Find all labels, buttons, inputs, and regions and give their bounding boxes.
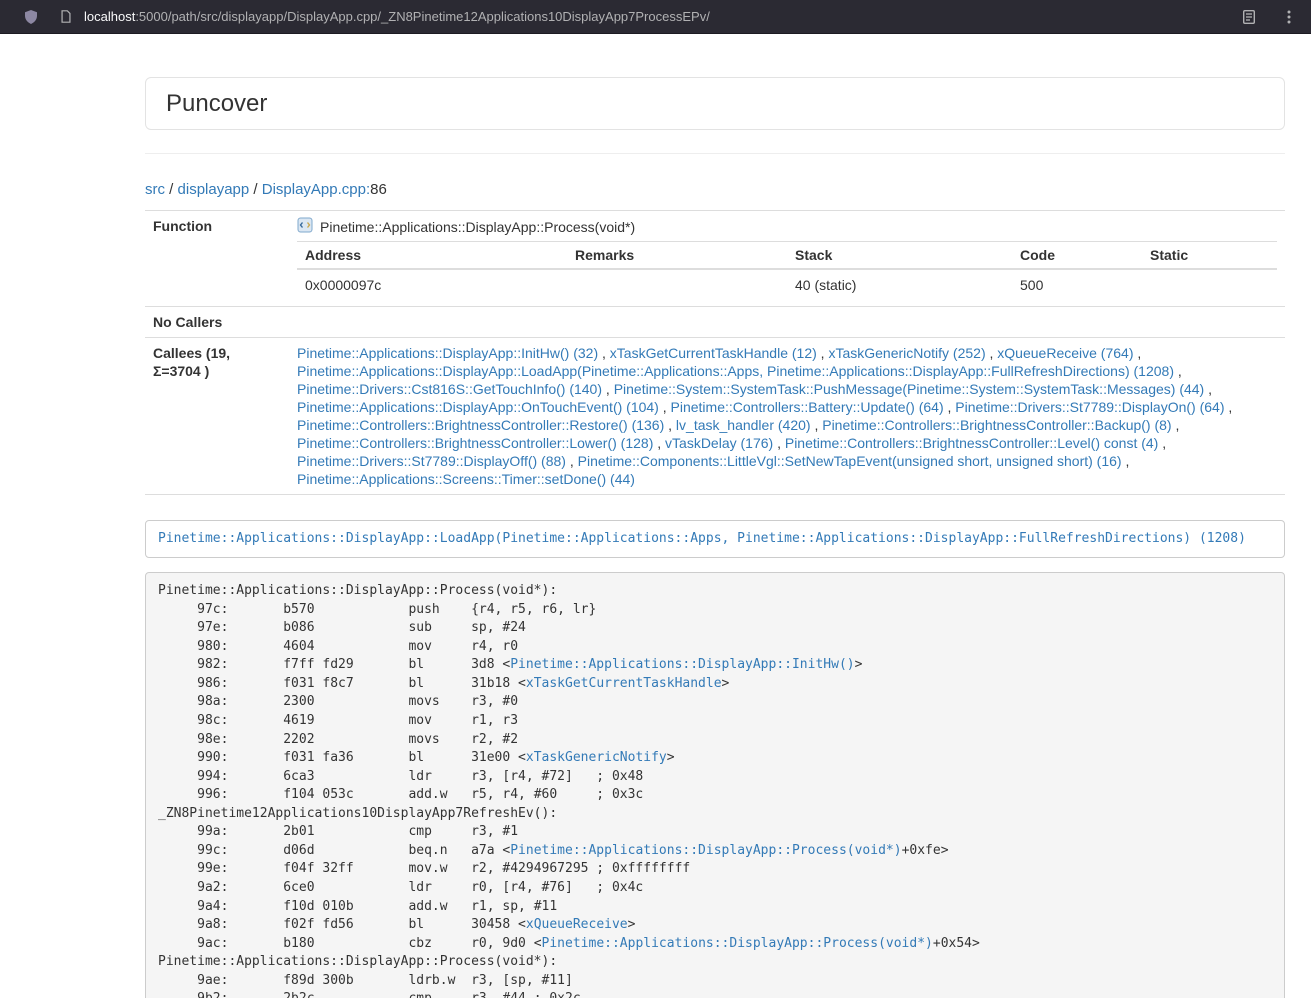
callee-link[interactable]: lv_task_handler (420) — [676, 417, 811, 433]
callees-list: Pinetime::Applications::DisplayApp::Init… — [289, 338, 1285, 495]
code-symbol-link[interactable]: xTaskGetCurrentTaskHandle — [526, 676, 722, 691]
function-row-label: Function — [145, 211, 289, 307]
code-symbol-link[interactable]: Pinetime::Applications::DisplayApp::Init… — [510, 657, 854, 672]
divider — [145, 153, 1285, 154]
inner-table-header-row: AddressRemarksStackCodeStatic — [297, 242, 1277, 270]
column-header-static: Static — [1142, 242, 1277, 270]
column-header-code: Code — [1012, 242, 1142, 270]
stack-cell: 40 (static) — [787, 269, 1012, 300]
highlighted-symbol-box: Pinetime::Applications::DisplayApp::Load… — [145, 520, 1285, 558]
app-title: Puncover — [166, 90, 1264, 117]
function-table: Function Pinetime::Applications::Display… — [145, 210, 1285, 495]
address-cell: 0x0000097c — [297, 269, 567, 300]
callee-link[interactable]: Pinetime::Drivers::St7789::DisplayOn() (… — [955, 399, 1224, 415]
code-symbol-link[interactable]: Pinetime::Applications::DisplayApp::Proc… — [542, 936, 933, 951]
callee-link[interactable]: Pinetime::Applications::DisplayApp::Init… — [297, 345, 598, 361]
callee-link[interactable]: Pinetime::Drivers::St7789::DisplayOff() … — [297, 453, 566, 469]
callee-link[interactable]: Pinetime::Controllers::BrightnessControl… — [297, 417, 664, 433]
shield-icon[interactable] — [23, 9, 39, 25]
page-icon[interactable] — [59, 9, 73, 24]
column-header-address: Address — [297, 242, 567, 270]
callee-link[interactable]: Pinetime::System::SystemTask::PushMessag… — [614, 381, 1205, 397]
callee-link[interactable]: Pinetime::Controllers::BrightnessControl… — [297, 435, 653, 451]
callees-row: Callees (19, Σ=3704 ) Pinetime::Applicat… — [145, 338, 1285, 495]
code-symbol-link[interactable]: Pinetime::Applications::DisplayApp::Proc… — [510, 843, 901, 858]
column-header-remarks: Remarks — [567, 242, 787, 270]
reader-view-icon[interactable] — [1241, 9, 1257, 25]
column-header-stack: Stack — [787, 242, 1012, 270]
no-callers-label: No Callers — [145, 307, 289, 338]
callee-link[interactable]: Pinetime::Controllers::Battery::Update()… — [671, 399, 944, 415]
callee-link[interactable]: Pinetime::Controllers::BrightnessControl… — [785, 435, 1158, 451]
function-line: Pinetime::Applications::DisplayApp::Proc… — [297, 217, 1277, 237]
function-type-icon — [297, 217, 313, 237]
callee-link[interactable]: xQueueReceive (764) — [997, 345, 1133, 361]
function-stats-row: 0x0000097c 40 (static) 500 — [297, 269, 1277, 300]
url-bar[interactable]: localhost:5000/path/src/displayapp/Displ… — [84, 9, 1241, 24]
kebab-menu-icon[interactable] — [1281, 9, 1297, 25]
callee-link[interactable]: xTaskGetCurrentTaskHandle (12) — [610, 345, 817, 361]
breadcrumb: src / displayapp / DisplayApp.cpp:86 — [145, 181, 1285, 199]
code-symbol-link[interactable]: xTaskGenericNotify — [526, 750, 667, 765]
callee-link[interactable]: Pinetime::Applications::DisplayApp::OnTo… — [297, 399, 659, 415]
callee-link[interactable]: vTaskDelay (176) — [665, 435, 773, 451]
function-name: Pinetime::Applications::DisplayApp::Proc… — [320, 218, 635, 236]
breadcrumb-link[interactable]: DisplayApp.cpp: — [262, 181, 370, 198]
callee-link[interactable]: Pinetime::Components::LittleVgl::SetNewT… — [578, 453, 1122, 469]
disassembly: Pinetime::Applications::DisplayApp::Proc… — [145, 572, 1285, 998]
callee-link[interactable]: Pinetime::Applications::Screens::Timer::… — [297, 471, 635, 487]
function-row: Function Pinetime::Applications::Display… — [145, 211, 1285, 307]
code-symbol-link[interactable]: xQueueReceive — [526, 917, 628, 932]
callees-label: Callees (19, Σ=3704 ) — [145, 338, 289, 495]
url-path: :5000/path/src/displayapp/DisplayApp.cpp… — [135, 9, 710, 24]
callee-link[interactable]: Pinetime::Drivers::Cst816S::GetTouchInfo… — [297, 381, 602, 397]
callee-link[interactable]: xTaskGenericNotify (252) — [828, 345, 985, 361]
remarks-cell — [567, 269, 787, 300]
static-cell — [1142, 269, 1277, 300]
no-callers-row: No Callers — [145, 307, 1285, 338]
breadcrumb-link[interactable]: displayapp — [178, 181, 250, 198]
callee-link[interactable]: Pinetime::Controllers::BrightnessControl… — [822, 417, 1171, 433]
function-stats-table: AddressRemarksStackCodeStatic 0x0000097c… — [297, 241, 1277, 300]
highlighted-symbol-link[interactable]: Pinetime::Applications::DisplayApp::Load… — [158, 531, 1246, 546]
app-header: Puncover — [145, 77, 1285, 130]
callee-link[interactable]: Pinetime::Applications::DisplayApp::Load… — [297, 363, 1174, 379]
code-cell: 500 — [1012, 269, 1142, 300]
browser-toolbar: localhost:5000/path/src/displayapp/Displ… — [0, 0, 1311, 34]
url-host: localhost — [84, 9, 135, 24]
breadcrumb-link[interactable]: src — [145, 181, 165, 198]
page-content: Puncover src / displayapp / DisplayApp.c… — [145, 77, 1285, 998]
